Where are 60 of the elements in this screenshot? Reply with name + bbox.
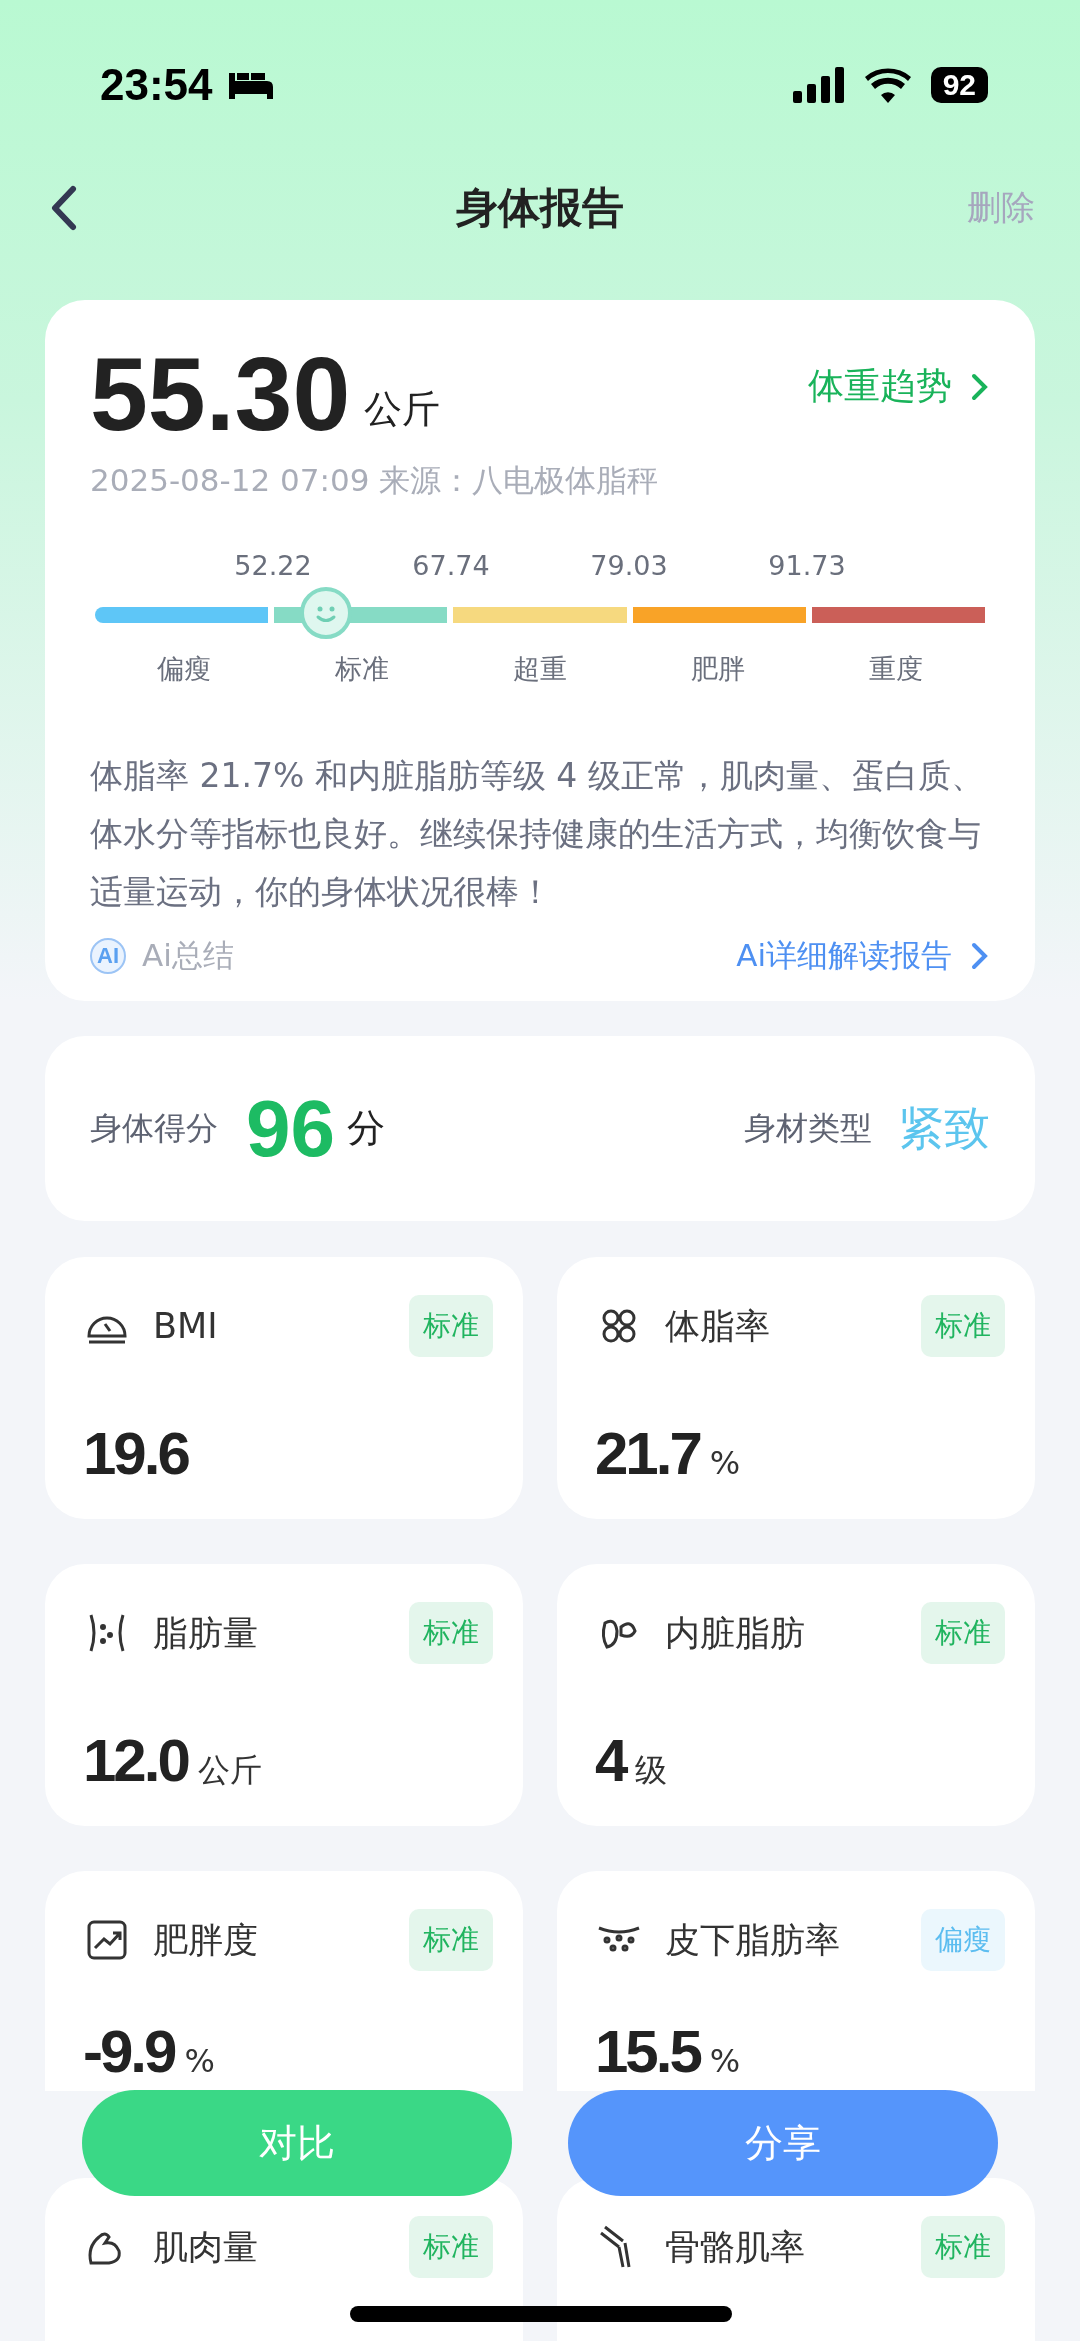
metric-unit: 级 <box>635 1750 668 1791</box>
metric-value: 19.6 <box>83 1419 188 1488</box>
metric-card[interactable]: 肥胖度 标准 -9.9 % <box>45 1871 523 2091</box>
threshold-label: 67.74 <box>411 550 491 581</box>
chevron-icon <box>970 941 990 971</box>
ai-summary-label: Ai总结 <box>142 936 234 975</box>
metric-card[interactable]: 内脏脂肪 标准 4 级 <box>557 1564 1035 1826</box>
status-tag: 标准 <box>409 1295 493 1357</box>
score-unit: 分 <box>347 1105 385 1152</box>
threshold-label: 91.73 <box>767 550 847 581</box>
battery-level: 92 <box>930 67 988 103</box>
metric-name: 脂肪量 <box>153 1611 258 1655</box>
score-label: 身体得分 <box>90 1107 218 1149</box>
status-tag: 标准 <box>921 1602 1005 1664</box>
status-tag: 标准 <box>921 1295 1005 1357</box>
ai-badge: AI <box>90 938 126 974</box>
summary-text: 体脂率 21.7% 和内脏脂肪等级 4 级正常，肌肉量、蛋白质、体水分等指标也良好。继续保持健康的生活方式，均衡饮食与适量运动，你的身体状况很棒！ <box>90 755 985 913</box>
weight-value: 55.30 <box>90 342 351 446</box>
status-tag: 标准 <box>409 1602 493 1664</box>
metric-name: 肥胖度 <box>153 1918 258 1962</box>
status-tag: 标准 <box>409 1909 493 1971</box>
metric-name: 内脏脂肪 <box>665 1611 805 1655</box>
wifi-icon <box>864 67 911 103</box>
metric-unit: % <box>709 1444 741 1482</box>
status-time: 23:54 <box>100 60 213 110</box>
body-type-label: 身材类型 <box>744 1107 872 1149</box>
signal-icon <box>792 67 845 103</box>
metric-card[interactable]: 体脂率 标准 21.7 % <box>557 1257 1035 1519</box>
metric-name: BMI <box>153 1306 218 1346</box>
body-type-value: 紧致 <box>898 1099 990 1157</box>
metric-card[interactable]: 皮下脂肪率 偏瘦 15.5 % <box>557 1871 1035 2091</box>
metric-name: 骨骼肌率 <box>665 2225 805 2269</box>
metric-value: -9.9 <box>83 2017 175 2086</box>
page-title: 身体报告 <box>456 182 624 232</box>
chevron-icon <box>970 371 990 402</box>
threshold-label: 52.22 <box>233 550 313 581</box>
status-tag: 偏瘦 <box>921 1909 1005 1971</box>
metric-unit: 公斤 <box>197 1750 262 1791</box>
range-label: 重度 <box>868 652 924 686</box>
range-label: 肥胖 <box>690 652 746 686</box>
metric-name: 体脂率 <box>665 1304 770 1348</box>
threshold-label: 79.03 <box>589 550 669 581</box>
status-tag: 标准 <box>409 2216 493 2278</box>
score-value: 96 <box>246 1082 335 1175</box>
metric-card[interactable]: BMI 标准 19.6 <box>45 1257 523 1519</box>
metric-unit: % <box>709 2042 741 2080</box>
metric-value: 15.5 <box>595 2017 700 2086</box>
range-label: 超重 <box>512 652 568 686</box>
metric-value: 12.0 <box>83 1726 188 1795</box>
metric-name: 肌肉量 <box>153 2225 258 2269</box>
metric-card[interactable]: 脂肪量 标准 12.0 公斤 <box>45 1564 523 1826</box>
metric-value: 4 <box>595 1726 626 1795</box>
metric-unit: % <box>184 2042 215 2080</box>
range-label: 偏瘦 <box>156 652 212 686</box>
metric-value: 21.7 <box>595 1419 700 1488</box>
status-tag: 标准 <box>921 2216 1005 2278</box>
range-label: 标准 <box>334 652 390 686</box>
measurement-info: 2025-08-12 07:09 来源：八电极体脂秤 <box>90 461 660 500</box>
metric-name: 皮下脂肪率 <box>665 1918 840 1962</box>
weight-unit: 公斤 <box>364 386 441 433</box>
